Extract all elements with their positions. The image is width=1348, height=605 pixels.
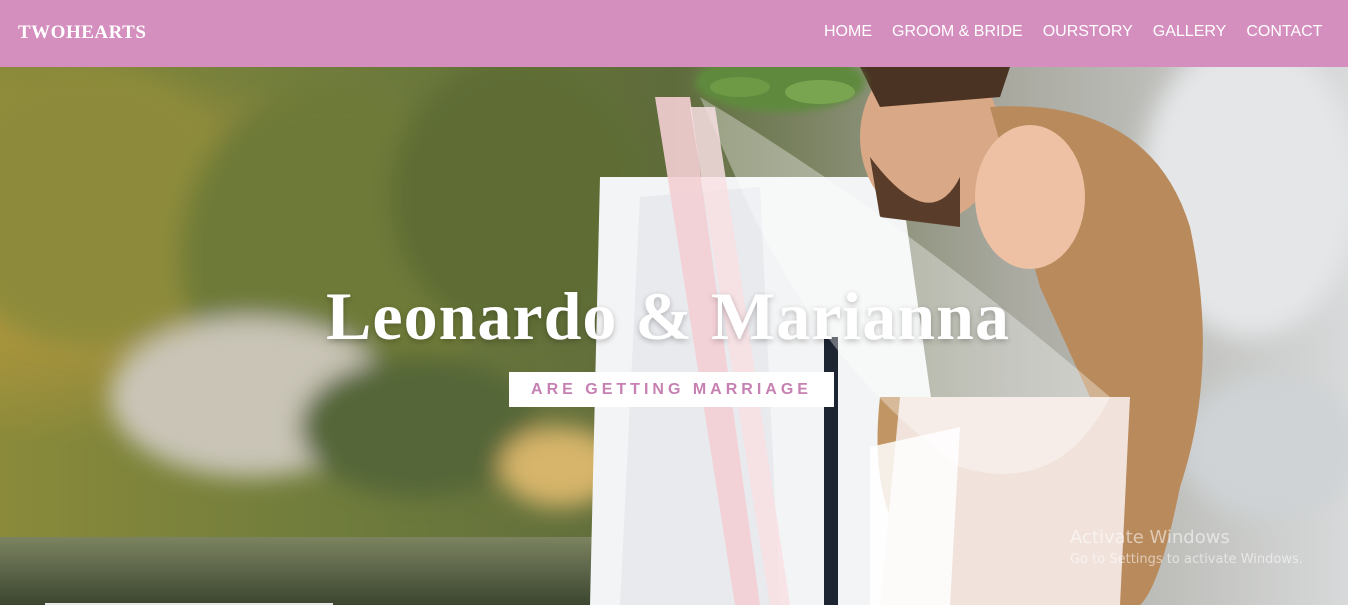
hero-section: Leonardo & Marianna ARE GETTING MARRIAGE… [0, 67, 1348, 605]
hero-title: Leonardo & Marianna [326, 278, 1010, 354]
nav-ourstory[interactable]: OURSTORY [1043, 23, 1133, 41]
windows-activation-watermark: Activate Windows Go to Settings to activ… [1070, 527, 1303, 567]
main-nav: HOME GROOM & BRIDE OURSTORY GALLERY CONT… [824, 23, 1342, 41]
watermark-title: Activate Windows [1070, 527, 1230, 548]
nav-gallery[interactable]: GALLERY [1153, 23, 1227, 41]
nav-contact[interactable]: CONTACT [1246, 23, 1322, 41]
brand-logo[interactable]: TWOHEARTS [18, 22, 146, 44]
navbar: TWOHEARTS HOME GROOM & BRIDE OURSTORY GA… [0, 0, 1348, 67]
hero-subtitle: ARE GETTING MARRIAGE [531, 380, 812, 398]
watermark-subtitle: Go to Settings to activate Windows. [1070, 552, 1303, 567]
nav-groom-bride[interactable]: GROOM & BRIDE [892, 23, 1023, 41]
subtitle-banner: ARE GETTING MARRIAGE [509, 372, 834, 407]
nav-home[interactable]: HOME [824, 23, 872, 41]
